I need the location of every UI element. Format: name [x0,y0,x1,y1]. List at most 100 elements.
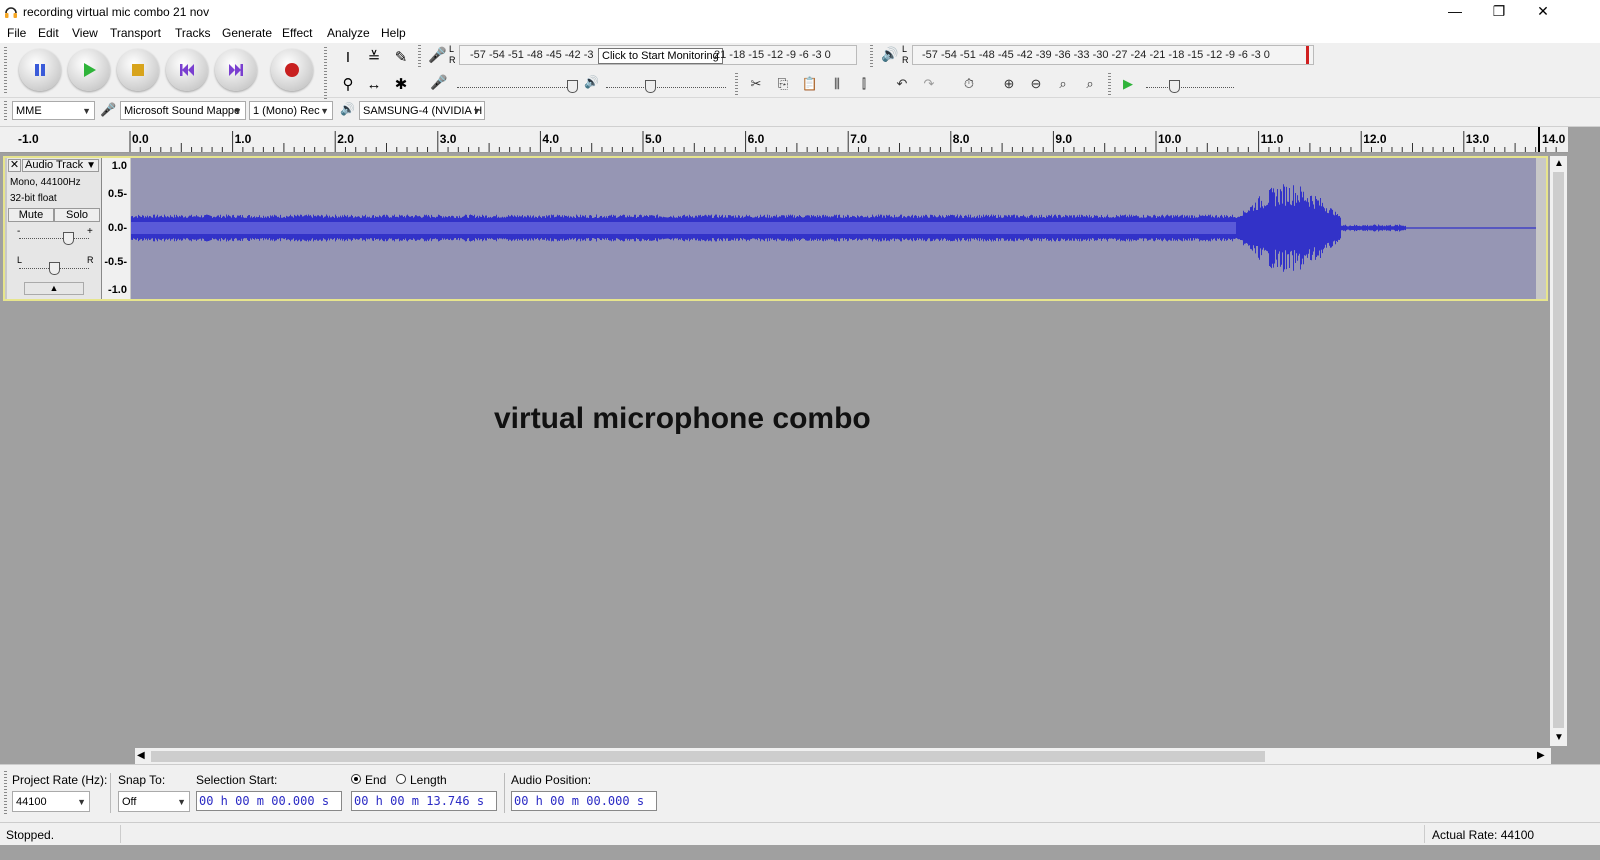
waveform-area[interactable] [131,158,1536,299]
track-amplitude-ruler[interactable]: 1.0 0.5- 0.0- -0.5- -1.0 [102,158,130,299]
trim-icon[interactable]: ⫼ [825,73,849,95]
menu-effect[interactable]: Effect [282,26,312,40]
chevron-down-icon: ▼ [177,797,186,807]
toolbar-grip[interactable] [4,47,7,95]
gain-plus-icon: + [87,226,93,237]
fit-selection-icon[interactable]: ⌕ [1051,73,1075,95]
pause-icon [35,64,45,76]
track-menu-button[interactable]: Audio Track ▼ [22,159,99,172]
menu-analyze[interactable]: Analyze [327,26,370,40]
scroll-up-icon[interactable]: ▲ [1554,158,1564,169]
selection-end-field[interactable]: 00 h 00 m 13.746 s [351,791,497,811]
scroll-left-icon[interactable]: ◀ [137,750,145,761]
audio-position-field[interactable]: 00 h 00 m 00.000 s [511,791,657,811]
solo-button[interactable]: Solo [54,208,100,222]
recording-device-select[interactable]: Microsoft Sound Mappe ▼ [120,101,246,120]
maximize-button[interactable]: ❐ [1476,0,1522,24]
multi-tool-icon[interactable]: ✱ [389,72,413,96]
track-format: Mono, 44100Hz [10,177,81,188]
close-track-icon[interactable]: ✕ [8,159,21,172]
vertical-scroll-thumb[interactable] [1553,172,1564,728]
ruler-label: 5.0 [645,132,662,146]
overlay-caption: virtual microphone combo [494,402,871,435]
toolbar-grip[interactable] [324,47,327,99]
amplitude-label: 0.5- [108,188,127,200]
horizontal-scrollbar[interactable]: ◀ ▶ [135,748,1551,765]
menu-view[interactable]: View [72,26,98,40]
playback-meter-icon[interactable]: 🔊 [881,46,898,63]
minimize-button[interactable]: — [1432,0,1478,24]
toolbar-area: I ≚ ✎ ⚲ ↔ ✱ 🎤 L R -57 -54 -51 -48 -45 -4… [0,43,1600,127]
menu-tracks[interactable]: Tracks [175,26,211,40]
zoom-in-icon[interactable]: ⊕ [997,73,1021,95]
horizontal-scroll-thumb[interactable] [151,751,1265,762]
stop-button[interactable] [117,49,159,91]
selection-start-field[interactable]: 00 h 00 m 00.000 s [196,791,342,811]
chevron-down-icon: ▼ [86,160,96,171]
slider-thumb[interactable] [1169,80,1180,93]
chevron-down-icon: ▼ [77,797,86,807]
scroll-down-icon[interactable]: ▼ [1554,732,1564,743]
close-button[interactable]: ✕ [1520,0,1566,24]
copy-icon[interactable]: ⎘ [771,73,795,95]
slider-thumb[interactable] [49,262,60,275]
input-volume-slider[interactable] [457,87,577,89]
toolbar-grip[interactable] [4,771,7,815]
menu-edit[interactable]: Edit [38,26,59,40]
pause-button[interactable] [19,49,61,91]
chevron-down-icon: ▼ [472,106,481,116]
envelope-tool-icon[interactable]: ≚ [362,45,386,69]
menu-help[interactable]: Help [381,26,406,40]
ruler-label: 7.0 [850,132,867,146]
vertical-scrollbar[interactable]: ▲ ▼ [1550,156,1567,746]
mute-button[interactable]: Mute [8,208,54,222]
timeline-ruler[interactable]: -1.0 0.0 1.0 2.0 3.0 4.0 5.0 6.0 7.0 8.0 9.0 10.0 11… [0,127,1568,153]
undo-icon[interactable]: ↶ [890,73,914,95]
length-radio[interactable] [396,774,406,784]
end-radio[interactable] [351,774,361,784]
redo-icon[interactable]: ↷ [917,73,941,95]
menu-generate[interactable]: Generate [222,26,272,40]
play-speed-slider[interactable] [1146,87,1234,89]
toolbar-grip[interactable] [418,45,421,67]
zoom-tool-icon[interactable]: ⚲ [336,72,360,96]
fit-project-icon[interactable]: ⌕ [1078,73,1102,95]
ruler-label: 14.0 [1542,132,1566,146]
slider-thumb[interactable] [63,232,74,245]
toolbar-grip[interactable] [735,73,738,95]
skip-to-start-button[interactable] [166,49,208,91]
snap-to-select[interactable]: Off ▼ [118,791,190,812]
audio-host-select[interactable]: MME ▼ [12,101,95,120]
play-at-speed-icon[interactable]: ▶ [1116,73,1140,95]
skip-to-end-button[interactable] [215,49,257,91]
collapse-track-icon[interactable]: ▲ [24,282,84,295]
sync-lock-icon[interactable]: ⏱ [957,73,981,95]
time-shift-tool-icon[interactable]: ↔ [362,72,386,96]
zoom-out-icon[interactable]: ⊖ [1024,73,1048,95]
toolbar-grip[interactable] [4,101,7,121]
gain-slider[interactable] [19,238,89,240]
slider-thumb[interactable] [645,80,656,93]
menu-file[interactable]: File [7,26,26,40]
draw-tool-icon[interactable]: ✎ [389,45,413,69]
output-volume-slider[interactable] [606,87,726,89]
project-rate-select[interactable]: 44100 ▼ [12,791,90,812]
record-meter-icon[interactable]: 🎤 [428,46,447,64]
menu-transport[interactable]: Transport [110,26,161,40]
output-volume-icon: 🔊 [584,75,599,89]
scroll-right-icon[interactable]: ▶ [1537,750,1545,761]
audio-track[interactable]: ✕ Audio Track ▼ Mono, 44100Hz 32-bit flo… [3,156,1548,301]
play-button[interactable] [68,49,110,91]
cut-icon[interactable]: ✂ [744,73,768,95]
toolbar-grip[interactable] [870,45,873,67]
paste-icon[interactable]: 📋 [798,73,822,95]
slider-thumb[interactable] [567,80,578,93]
selection-tool-icon[interactable]: I [336,45,360,69]
playback-device-select[interactable]: SAMSUNG-4 (NVIDIA H ▼ [359,101,485,120]
record-button[interactable] [271,49,313,91]
ruler-label: 1.0 [234,132,252,146]
toolbar-grip[interactable] [1108,73,1111,95]
status-text: Stopped. [6,828,55,842]
silence-icon[interactable]: ⫿ [852,73,876,95]
recording-channels-select[interactable]: 1 (Mono) Rec ▼ [249,101,333,120]
